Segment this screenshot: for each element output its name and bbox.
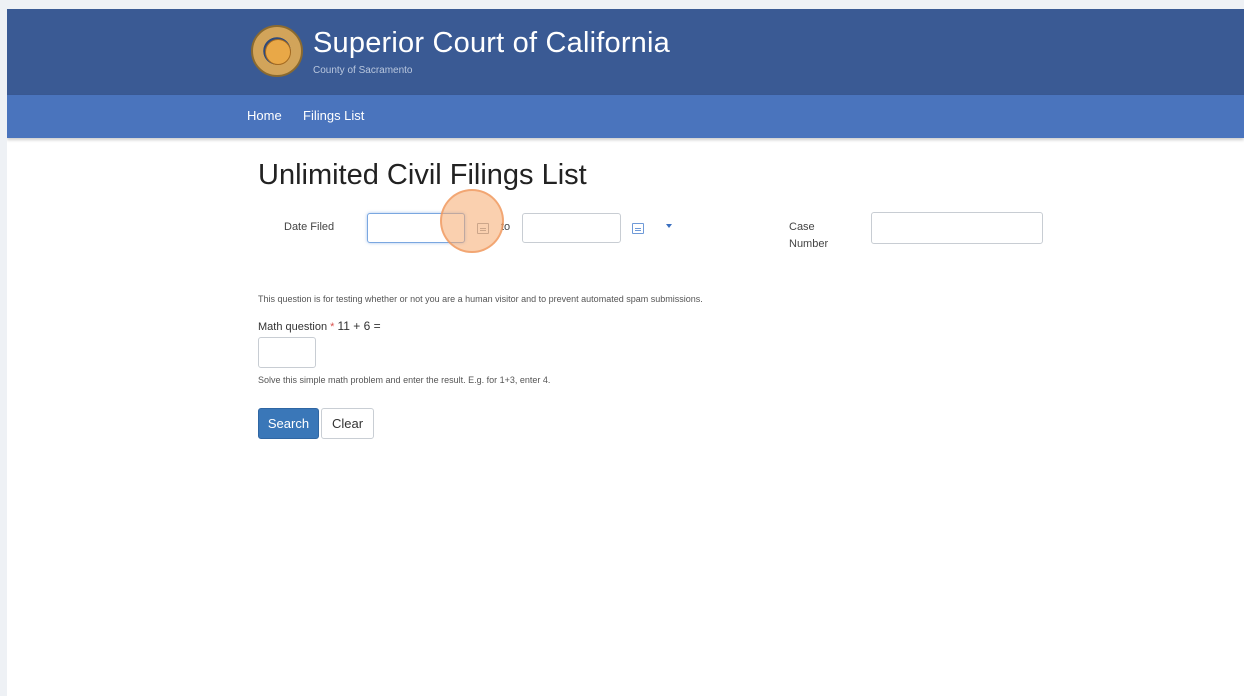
chevron-down-icon[interactable] [666,224,672,228]
math-answer-input[interactable] [258,337,316,368]
page-title: Unlimited Civil Filings List [258,159,587,191]
main-nav: Home Filings List [7,95,1244,138]
clear-button[interactable]: Clear [321,408,374,439]
math-question-text-label: Math question [258,321,328,333]
case-number-label-line2: Number [789,238,829,250]
date-to-input[interactable] [522,213,621,243]
search-button[interactable]: Search [258,408,319,439]
case-number-input[interactable] [871,212,1043,244]
seal-center [265,39,291,65]
calendar-icon-to[interactable] [632,223,644,234]
date-to-label: to [501,221,511,233]
date-from-input[interactable] [367,213,465,243]
required-marker: * [330,321,335,333]
site-title: Superior Court of California [313,27,670,59]
site-header: Superior Court of California County of S… [7,9,1244,95]
nav-item-home[interactable]: Home [247,108,282,123]
math-question-expression: 11 + 6 = [337,319,381,333]
math-help-text: Solve this simple math problem and enter… [258,375,551,385]
case-number-label-line1: Case [789,221,815,233]
browser-viewport: Superior Court of California County of S… [7,9,1244,696]
nav-item-filings-list[interactable]: Filings List [303,108,364,123]
court-seal-icon [251,25,303,77]
calendar-icon-from[interactable] [477,223,489,234]
captcha-description: This question is for testing whether or … [258,294,703,304]
site-subtitle: County of Sacramento [313,65,413,76]
date-filed-label: Date Filed [284,221,335,233]
math-question-label: Math question * 11 + 6 = [258,319,381,333]
